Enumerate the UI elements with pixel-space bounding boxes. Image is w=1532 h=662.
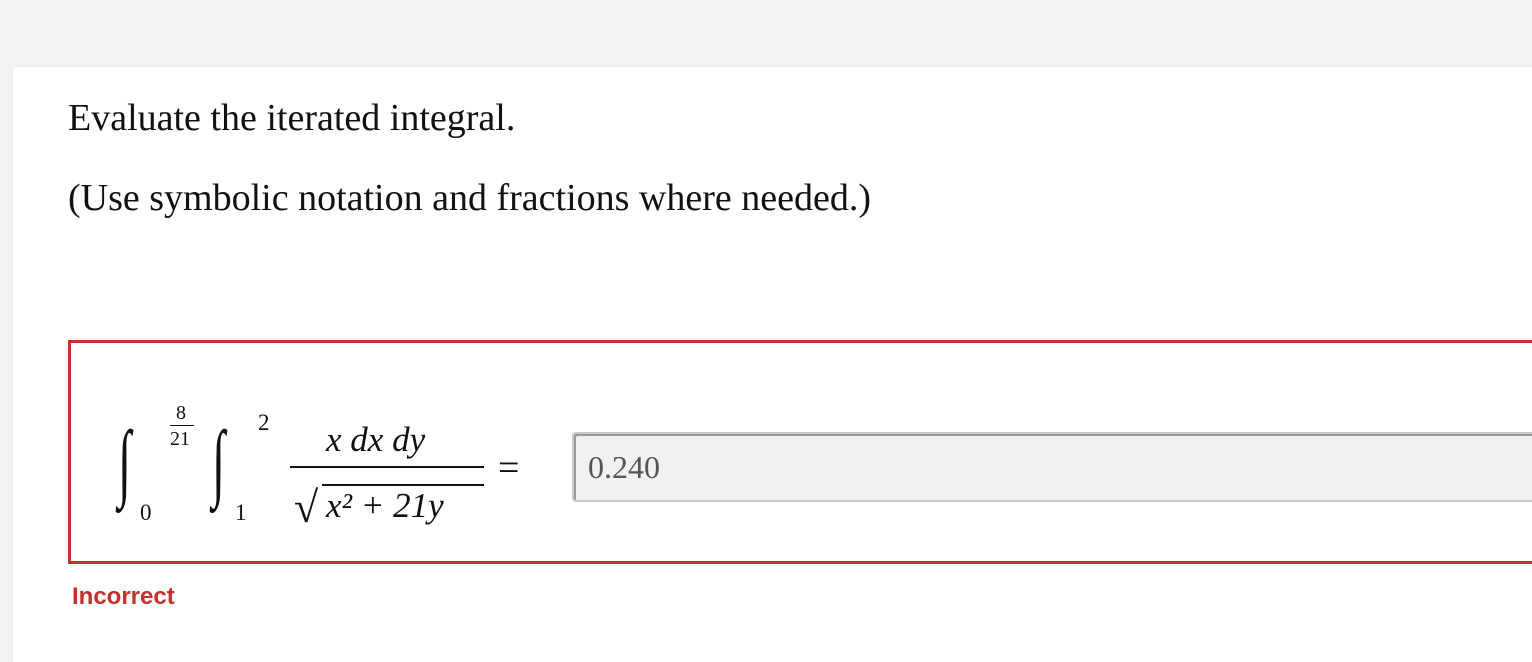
integrand-denominator-radicand: x² + 21y (326, 486, 444, 525)
outer-upper-limit-denominator: 21 (170, 428, 190, 450)
outer-upper-limit-numerator: 8 (176, 402, 186, 424)
inner-lower-limit: 1 (235, 500, 247, 525)
equals-sign: = (498, 447, 520, 489)
outer-upper-limit-fraction-bar (170, 425, 194, 426)
question-instruction: Evaluate the iterated integral. (68, 97, 516, 139)
integrand-fraction-bar (290, 466, 484, 468)
feedback-status: Incorrect (72, 583, 175, 610)
inner-upper-limit: 2 (258, 410, 270, 435)
question-hint: (Use symbolic notation and fractions whe… (68, 177, 872, 219)
inner-integral-sign: ∫ (212, 413, 225, 509)
integrand-numerator: x dx dy (326, 420, 426, 459)
answer-input[interactable]: 0.240 (572, 432, 1532, 502)
outer-lower-limit: 0 (140, 500, 152, 525)
sqrt-icon: √ (294, 483, 319, 532)
outer-integral-sign: ∫ (118, 413, 131, 509)
